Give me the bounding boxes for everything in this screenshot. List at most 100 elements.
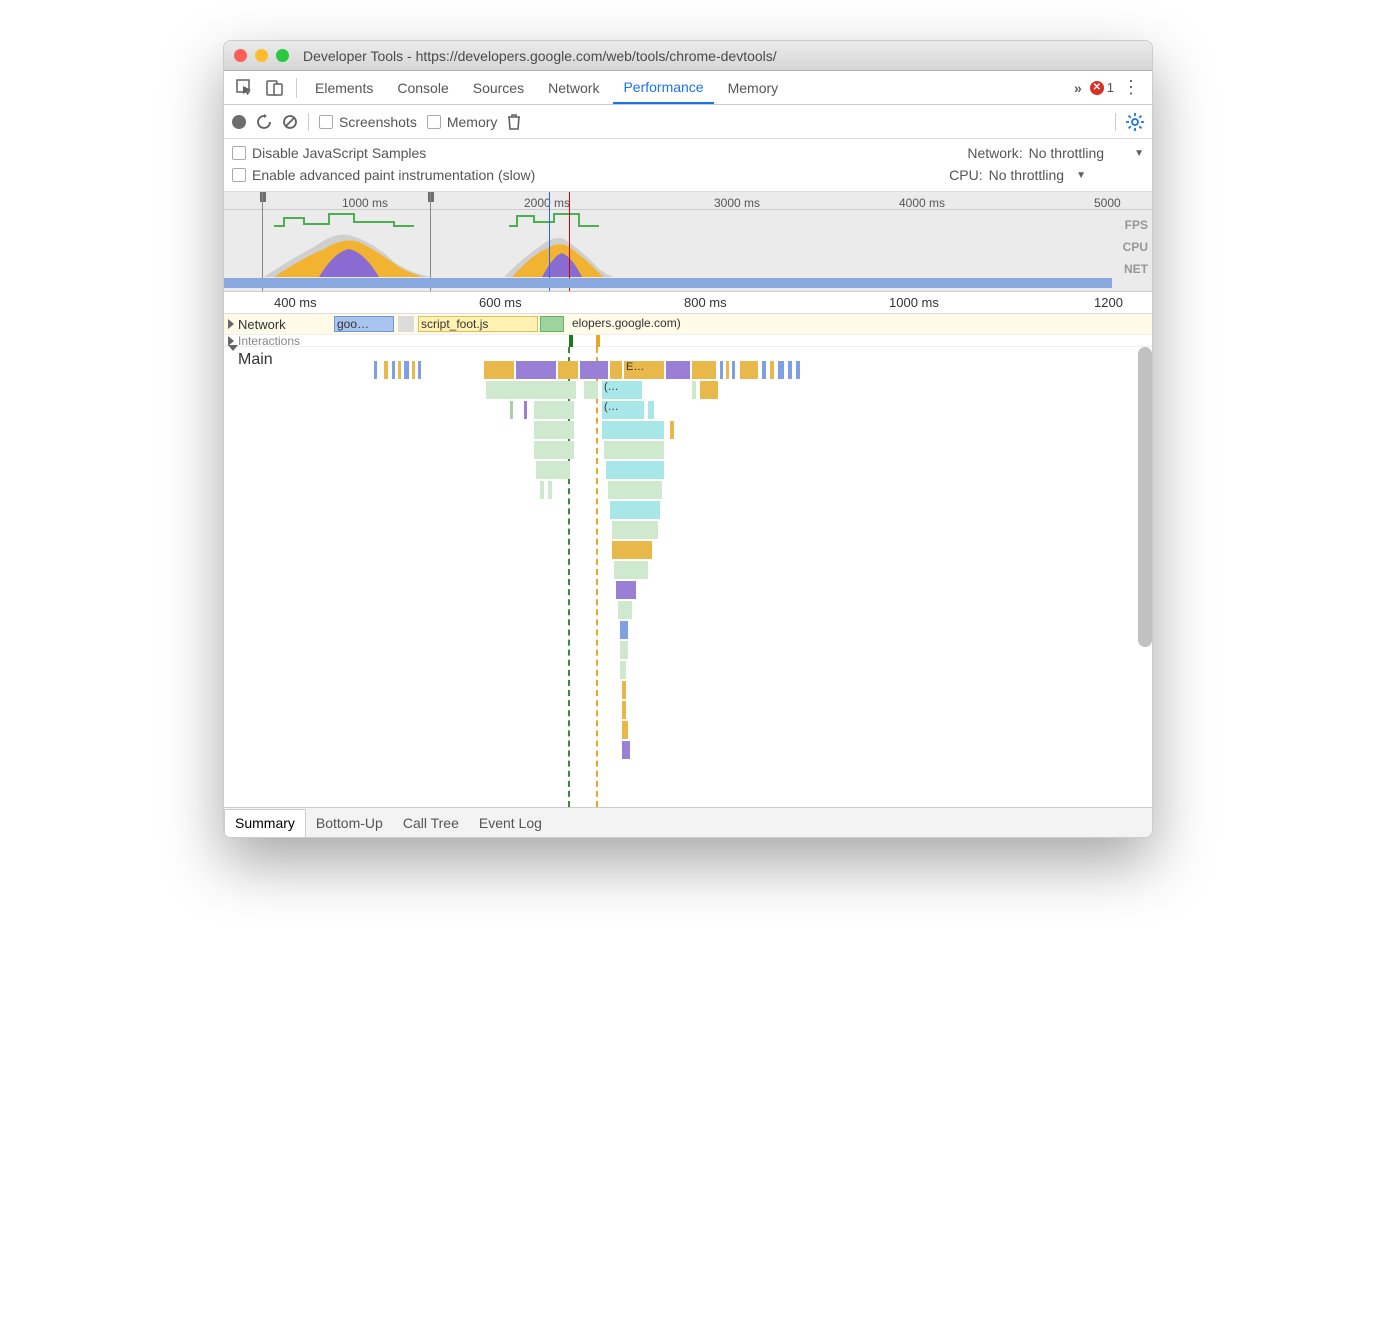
- error-badge-icon: ✕: [1090, 81, 1104, 95]
- main-thread-area: Main E…: [224, 347, 1152, 807]
- error-indicator[interactable]: ✕ 1: [1090, 80, 1114, 95]
- marker-dashed: [596, 347, 598, 807]
- tab-event-log[interactable]: Event Log: [469, 808, 552, 837]
- chevron-right-icon: [228, 336, 234, 346]
- checkbox-icon: [319, 115, 333, 129]
- tab-sources[interactable]: Sources: [463, 71, 534, 104]
- settings-gear-icon[interactable]: [1126, 113, 1144, 131]
- cpu-throttle-select[interactable]: No throttling ▼: [989, 167, 1086, 183]
- interactions-track[interactable]: Interactions: [224, 335, 1152, 347]
- trash-icon[interactable]: [507, 114, 521, 130]
- cpu-label: CPU:: [949, 167, 982, 183]
- screenshots-checkbox[interactable]: Screenshots: [319, 114, 417, 130]
- tab-performance[interactable]: Performance: [613, 71, 713, 104]
- disable-js-samples-checkbox[interactable]: Disable JavaScript Samples: [232, 145, 426, 161]
- flame-frame[interactable]: [700, 381, 718, 399]
- selection-handle-right[interactable]: [428, 192, 434, 202]
- overview-ruler: 1000 ms 2000 ms 3000 ms 4000 ms 5000: [224, 192, 1152, 210]
- tab-summary[interactable]: Summary: [224, 809, 306, 838]
- chevron-down-icon: ▼: [1076, 170, 1086, 181]
- memory-label: Memory: [447, 114, 498, 130]
- tick: 3000 ms: [714, 196, 760, 210]
- tab-call-tree[interactable]: Call Tree: [393, 808, 469, 837]
- window-title: Developer Tools - https://developers.goo…: [303, 48, 777, 64]
- tab-console[interactable]: Console: [387, 71, 458, 104]
- tick: 1000 ms: [889, 295, 939, 310]
- device-toggle-icon[interactable]: [262, 75, 288, 101]
- separator: [1115, 113, 1116, 131]
- tab-network[interactable]: Network: [538, 71, 609, 104]
- cpu-value: No throttling: [989, 167, 1064, 183]
- flame-frame[interactable]: [486, 381, 576, 399]
- overview-net-bar: [224, 278, 1112, 288]
- capture-settings: Disable JavaScript Samples Network: No t…: [224, 139, 1152, 192]
- tick: 4000 ms: [899, 196, 945, 210]
- flame-frame[interactable]: (…: [602, 381, 642, 399]
- network-track-label: Network: [238, 317, 286, 332]
- tick: 600 ms: [479, 295, 522, 310]
- network-label: Network:: [967, 145, 1022, 161]
- network-throttle-select[interactable]: No throttling ▼: [1029, 145, 1144, 161]
- scrollbar[interactable]: [1138, 347, 1152, 647]
- clear-icon[interactable]: [282, 114, 298, 130]
- separator: [308, 113, 309, 131]
- net-item-bar[interactable]: [540, 316, 564, 332]
- overview-lane-labels: FPS CPU NET: [1123, 214, 1148, 280]
- cpu-label: CPU: [1123, 236, 1148, 258]
- tick: 400 ms: [274, 295, 317, 310]
- record-icon[interactable]: [232, 115, 246, 129]
- screenshots-label: Screenshots: [339, 114, 417, 130]
- flamechart-ruler[interactable]: 400 ms 600 ms 800 ms 1000 ms 1200: [224, 292, 1152, 314]
- titlebar: Developer Tools - https://developers.goo…: [224, 41, 1152, 71]
- tick: 1000 ms: [342, 196, 388, 210]
- flame-frame[interactable]: E…: [624, 361, 664, 379]
- flame-frame[interactable]: (…: [602, 401, 644, 419]
- tick: 1200: [1094, 295, 1123, 310]
- enable-paint-checkbox[interactable]: Enable advanced paint instrumentation (s…: [232, 167, 535, 183]
- tab-bottom-up[interactable]: Bottom-Up: [306, 808, 393, 837]
- tick: 2000 ms: [524, 196, 570, 210]
- chevron-down-icon: [228, 345, 238, 368]
- perf-toolbar: Screenshots Memory: [224, 105, 1152, 139]
- memory-checkbox[interactable]: Memory: [427, 114, 498, 130]
- enable-paint-label: Enable advanced paint instrumentation (s…: [252, 167, 535, 183]
- tick: 800 ms: [684, 295, 727, 310]
- close-icon[interactable]: [234, 49, 247, 62]
- chevron-down-icon: ▼: [1134, 148, 1144, 159]
- net-item[interactable]: goo…: [334, 316, 394, 332]
- net-item-bar[interactable]: [398, 316, 414, 332]
- separator: [296, 78, 297, 98]
- flame-row: E…: [374, 361, 902, 379]
- more-tabs-icon[interactable]: »: [1070, 80, 1086, 96]
- tab-memory[interactable]: Memory: [718, 71, 789, 104]
- net-label: NET: [1123, 258, 1148, 280]
- panel-tabbar: Elements Console Sources Network Perform…: [224, 71, 1152, 105]
- tick: 5000: [1094, 196, 1121, 210]
- error-count: 1: [1107, 80, 1114, 95]
- timeline-overview[interactable]: 1000 ms 2000 ms 3000 ms 4000 ms 5000: [224, 192, 1152, 292]
- flame-chart[interactable]: E… (… (…: [334, 347, 1152, 807]
- main-track-label[interactable]: Main: [238, 351, 273, 368]
- zoom-icon[interactable]: [276, 49, 289, 62]
- kebab-menu-icon[interactable]: ⋮: [1118, 75, 1144, 101]
- traffic-lights: [234, 49, 289, 62]
- minimize-icon[interactable]: [255, 49, 268, 62]
- flame-frame[interactable]: [584, 381, 598, 399]
- network-track[interactable]: Network goo… script_foot.js elopers.goog…: [224, 314, 1152, 335]
- net-item[interactable]: script_foot.js: [418, 316, 538, 332]
- checkbox-icon: [232, 168, 246, 182]
- overview-cpu-chart: [224, 210, 1112, 277]
- flame-frame[interactable]: [534, 401, 574, 419]
- details-tabbar: Summary Bottom-Up Call Tree Event Log: [224, 807, 1152, 837]
- checkbox-icon: [232, 146, 246, 160]
- checkbox-icon: [427, 115, 441, 129]
- inspect-icon[interactable]: [232, 75, 258, 101]
- fps-label: FPS: [1123, 214, 1148, 236]
- selection-handle-left[interactable]: [260, 192, 266, 202]
- tab-elements[interactable]: Elements: [305, 71, 383, 104]
- disable-js-label: Disable JavaScript Samples: [252, 145, 426, 161]
- reload-icon[interactable]: [256, 114, 272, 130]
- chevron-right-icon: [228, 319, 234, 329]
- net-item[interactable]: elopers.google.com): [570, 316, 1130, 332]
- network-value: No throttling: [1029, 145, 1104, 161]
